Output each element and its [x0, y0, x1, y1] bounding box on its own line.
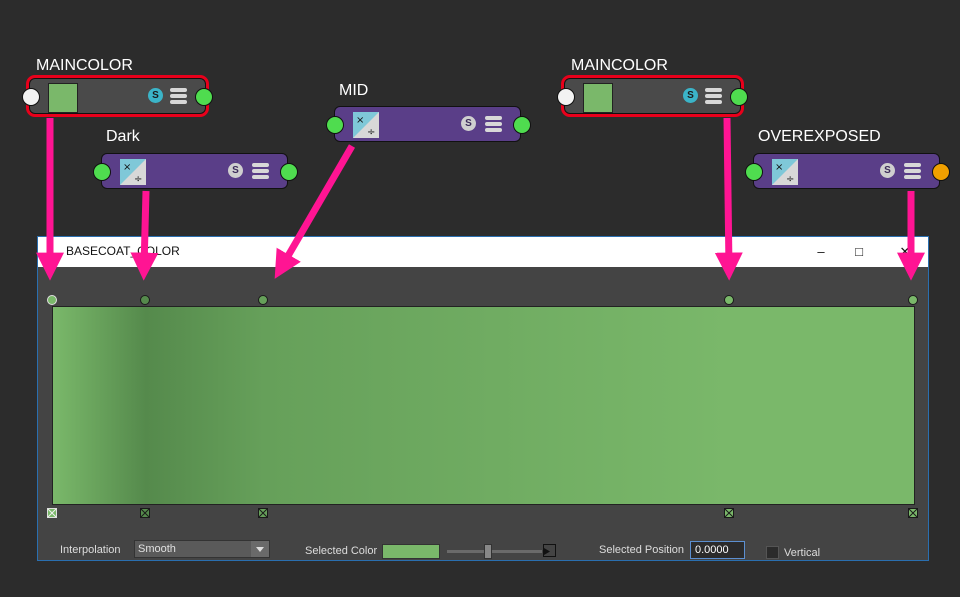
interpolation-value: Smooth	[138, 543, 176, 555]
output-port[interactable]	[932, 163, 950, 181]
vertical-label: Vertical	[784, 547, 821, 559]
svg-text:×: ×	[356, 115, 364, 126]
multiply-divide-icon: × ÷	[120, 159, 146, 185]
stack-menu-icon[interactable]	[485, 115, 502, 132]
svg-text:×: ×	[775, 162, 783, 173]
mid-node[interactable]: × ÷ S	[326, 106, 531, 142]
ramp-gradient[interactable]	[52, 306, 915, 505]
selected-color-label: Selected Color	[305, 545, 378, 557]
input-port[interactable]	[22, 88, 40, 106]
color-picker-icon[interactable]	[543, 544, 556, 557]
gray-s-badge-icon[interactable]: S	[228, 163, 243, 178]
overexposed-node[interactable]: × ÷ S	[745, 153, 950, 189]
ramp-stop-delete-icon[interactable]	[139, 508, 150, 518]
selected-color-swatch[interactable]	[382, 544, 440, 559]
ramp-stop-handle[interactable]	[723, 295, 734, 305]
output-port[interactable]	[195, 88, 213, 106]
interpolation-label: Interpolation	[60, 544, 121, 556]
input-port[interactable]	[326, 116, 344, 134]
color-swatch[interactable]	[48, 83, 78, 113]
multiply-divide-icon: × ÷	[353, 112, 379, 138]
node-title-mid: MID	[339, 82, 369, 99]
chevron-down-icon[interactable]	[251, 541, 269, 557]
window-titlebar[interactable]: BASECOAT_COLOR – □ ✕	[38, 237, 928, 267]
selected-position-label: Selected Position	[599, 544, 684, 556]
stack-menu-icon[interactable]	[252, 162, 269, 179]
svg-text:÷: ÷	[786, 174, 794, 185]
window-title: BASECOAT_COLOR	[66, 244, 180, 258]
ramp-stop-delete-icon[interactable]	[47, 508, 57, 518]
vertical-checkbox[interactable]	[766, 546, 779, 559]
maximize-icon[interactable]: □	[849, 242, 869, 262]
close-icon[interactable]: ✕	[895, 242, 915, 262]
gray-s-badge-icon[interactable]: S	[461, 116, 476, 131]
minimize-icon[interactable]: –	[811, 242, 831, 262]
svg-text:×: ×	[123, 162, 131, 173]
node-title-dark: Dark	[106, 128, 140, 145]
ramp-stop-handle[interactable]	[257, 295, 268, 305]
input-port[interactable]	[557, 88, 575, 106]
ramp-editor-window: BASECOAT_COLOR – □ ✕ Interpolation Smoot…	[37, 236, 929, 561]
dark-node[interactable]: × ÷ S	[93, 153, 298, 189]
gray-s-badge-icon[interactable]: S	[880, 163, 895, 178]
stack-menu-icon[interactable]	[170, 87, 187, 104]
output-port[interactable]	[730, 88, 748, 106]
output-port[interactable]	[280, 163, 298, 181]
node-title-maincolor: MAINCOLOR	[36, 57, 133, 74]
stack-menu-icon[interactable]	[705, 87, 722, 104]
color-slider-track[interactable]	[447, 550, 542, 553]
node-title-maincolor: MAINCOLOR	[571, 57, 668, 74]
color-swatch[interactable]	[583, 83, 613, 113]
selected-position-input[interactable]	[690, 541, 745, 559]
cyan-s-badge-icon[interactable]: S	[683, 88, 698, 103]
input-port[interactable]	[745, 163, 763, 181]
node-title-overexposed: OVEREXPOSED	[758, 128, 881, 145]
multiply-divide-icon: × ÷	[772, 159, 798, 185]
color-slider-thumb[interactable]	[484, 544, 492, 559]
ramp-stop-handle[interactable]	[139, 295, 150, 305]
output-port[interactable]	[513, 116, 531, 134]
ramp-stop-handle[interactable]	[908, 295, 918, 305]
input-port[interactable]	[93, 163, 111, 181]
ramp-stop-delete-icon[interactable]	[257, 508, 268, 518]
maincolor-node[interactable]: S	[22, 75, 213, 117]
cyan-s-badge-icon[interactable]: S	[148, 88, 163, 103]
maincolor-node[interactable]: S	[557, 75, 748, 117]
stack-menu-icon[interactable]	[904, 162, 921, 179]
ramp-stop-delete-icon[interactable]	[908, 508, 918, 518]
svg-text:÷: ÷	[134, 174, 142, 185]
interpolation-dropdown[interactable]: Smooth	[134, 540, 270, 558]
svg-text:÷: ÷	[367, 127, 375, 138]
ramp-stop-handle[interactable]	[47, 295, 57, 305]
ramp-stop-delete-icon[interactable]	[723, 508, 734, 518]
